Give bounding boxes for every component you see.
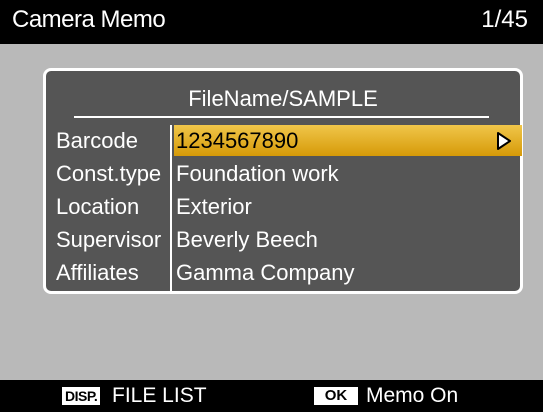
memo-row-barcode[interactable]: Barcode 1234567890: [56, 125, 522, 158]
memo-row-value: Beverly Beech: [176, 227, 318, 252]
memo-row-value: 1234567890: [176, 128, 299, 153]
memo-on-label: Memo On: [366, 384, 459, 407]
memo-row-location[interactable]: Location Exterior: [56, 191, 516, 224]
memo-row-label: Const.type: [56, 161, 162, 186]
memo-row-label: Affiliates: [56, 260, 139, 285]
triangle-right-icon[interactable]: [496, 131, 512, 151]
memo-row-value: Exterior: [176, 194, 252, 219]
title-bar: Camera Memo 1/45: [0, 0, 543, 44]
memo-row-label: Location: [56, 194, 140, 219]
camera-screen: Camera Memo 1/45 FileName/SAMPLE Barcode…: [0, 0, 543, 412]
memo-row-label: Barcode: [56, 128, 138, 153]
page-counter: 1/45: [481, 6, 528, 33]
memo-row-value: Gamma Company: [176, 260, 355, 285]
memo-row-label: Supervisor: [56, 227, 162, 252]
memo-row-supervisor[interactable]: Supervisor Beverly Beech: [56, 224, 516, 257]
memo-panel: FileName/SAMPLE Barcode 1234567890 Const…: [43, 68, 523, 294]
panel-divider: [74, 116, 489, 118]
memo-row-const-type[interactable]: Const.type Foundation work: [56, 158, 516, 191]
memo-row-value: Foundation work: [176, 161, 339, 186]
screen-title: Camera Memo: [12, 6, 166, 33]
bottom-bar: DISP. FILE LIST OK Memo On: [0, 380, 543, 412]
memo-row-affiliates[interactable]: Affiliates Gamma Company: [56, 257, 516, 290]
ok-button[interactable]: OK: [314, 387, 358, 405]
file-name-title: FileName/SAMPLE: [188, 86, 378, 111]
disp-button[interactable]: DISP.: [62, 387, 101, 405]
file-list-label: FILE LIST: [112, 384, 207, 407]
